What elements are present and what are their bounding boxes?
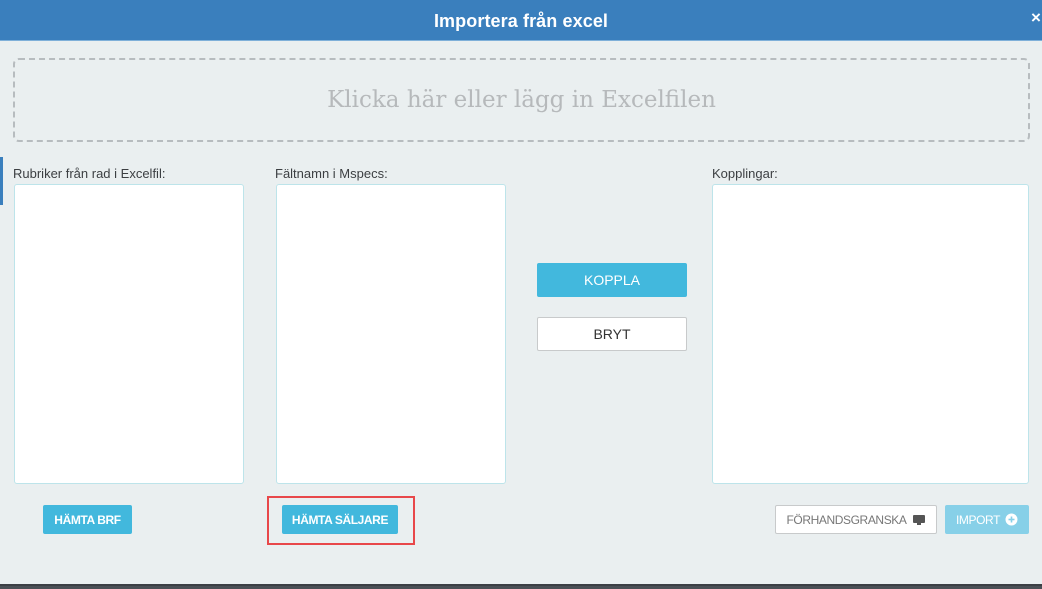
monitor-icon <box>912 514 926 526</box>
dialog-title: Importera från excel <box>433 11 609 31</box>
connect-button-label: KOPPLA <box>583 272 641 288</box>
disconnect-button[interactable]: BRYT <box>537 317 687 351</box>
import-dialog: Importera från excel × Klicka här eller … <box>0 0 1042 586</box>
fetch-brf-button[interactable]: HÄMTA BRF <box>43 505 132 534</box>
dialog-titlebar: Importera från excel × <box>0 0 1042 41</box>
mappings-label: Kopplingar: <box>712 166 778 181</box>
excel-headers-list[interactable] <box>14 184 244 484</box>
close-icon[interactable]: × <box>1031 8 1042 28</box>
import-button-label: IMPORT <box>955 512 1001 527</box>
import-button[interactable]: IMPORT <box>945 505 1029 534</box>
mspecs-fields-label: Fältnamn i Mspecs: <box>275 166 388 181</box>
mappings-list[interactable] <box>712 184 1029 484</box>
preview-button-label: FÖRHANDSGRANSKA <box>786 512 907 527</box>
file-dropzone[interactable]: Klicka här eller lägg in Excelfilen <box>13 58 1030 142</box>
disconnect-button-label: BRYT <box>593 326 631 342</box>
highlight-box <box>267 496 415 545</box>
background-edge <box>0 157 3 205</box>
dropzone-text: Klicka här eller lägg in Excelfilen <box>327 87 716 113</box>
preview-button[interactable]: FÖRHANDSGRANSKA <box>775 505 937 534</box>
mspecs-fields-list[interactable] <box>276 184 506 484</box>
plus-circle-icon <box>1005 513 1018 526</box>
fetch-brf-button-label: HÄMTA BRF <box>54 512 121 527</box>
excel-headers-label: Rubriker från rad i Excelfil: <box>13 166 166 181</box>
connect-button[interactable]: KOPPLA <box>537 263 687 297</box>
